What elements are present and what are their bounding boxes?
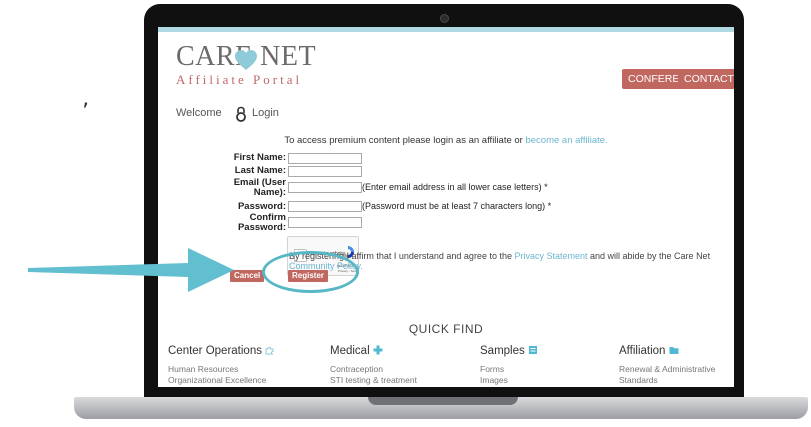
welcome-text: Welcome [176,107,222,119]
category-samples[interactable]: Samples [480,345,538,357]
heart-icon [235,50,257,70]
last-name-input[interactable] [288,166,362,177]
highlight-circle [262,251,359,293]
lock-icon[interactable] [234,106,248,122]
highlight-arrow [28,248,234,292]
browser-screen: CARE NET Affiliate Portal CONFERENCE CON… [158,27,734,387]
link-organizational-excellence[interactable]: Organizational Excellence [168,375,266,385]
logo-subtitle: Affiliate Portal [176,72,303,87]
link-renewal-administrative[interactable]: Renewal & Administrative [619,364,715,374]
email-hint: (Enter email address in all lower case l… [362,182,548,192]
login-message-text: To access premium content please login a… [284,135,526,146]
link-contraception[interactable]: Contraception [330,364,383,374]
link-forms[interactable]: Forms [480,364,504,374]
confirm-password-label: Confirm Password: [237,212,286,233]
become-affiliate-link[interactable]: become an affiliate. [525,135,607,146]
password-label: Password: [237,201,286,212]
category-title: Center Operations [168,345,262,357]
link-images[interactable]: Images [480,375,508,385]
top-accent-bar [158,27,734,32]
confirm-password-input[interactable] [288,217,362,228]
category-affiliation[interactable]: Affiliation [619,345,679,357]
category-title: Medical [330,345,370,357]
login-link[interactable]: Login [252,107,279,119]
first-name-label: First Name: [233,152,286,163]
quick-find-title: QUICK FIND [408,322,484,336]
password-hint: (Password must be at least 7 characters … [362,201,552,211]
last-name-label: Last Name: [234,165,286,176]
puzzle-icon [265,346,274,355]
document-icon [528,346,537,354]
category-center-operations[interactable]: Center Operations [168,345,275,357]
laptop-notch [368,397,518,405]
email-input[interactable] [288,182,362,193]
affirm-text-middle: and will abide by the Care Net [587,251,711,261]
apostrophe-mark: ’ [82,100,89,125]
link-sti-testing[interactable]: STI testing & treatment [330,375,417,385]
email-label: Email (User Name): [233,177,286,198]
link-standards[interactable]: Standards [619,375,658,385]
category-title: Samples [480,345,525,357]
contact-button[interactable]: CONTACT [678,69,734,89]
camera-icon [440,14,449,23]
category-title: Affiliation [619,345,666,357]
login-message: To access premium content please login a… [158,135,734,146]
password-input[interactable] [288,201,362,212]
folder-icon [669,347,679,354]
privacy-statement-link[interactable]: Privacy Statement [514,251,587,261]
medical-cross-icon [373,345,383,355]
category-medical[interactable]: Medical [330,345,383,357]
link-human-resources[interactable]: Human Resources [168,364,238,374]
first-name-input[interactable] [288,153,362,164]
